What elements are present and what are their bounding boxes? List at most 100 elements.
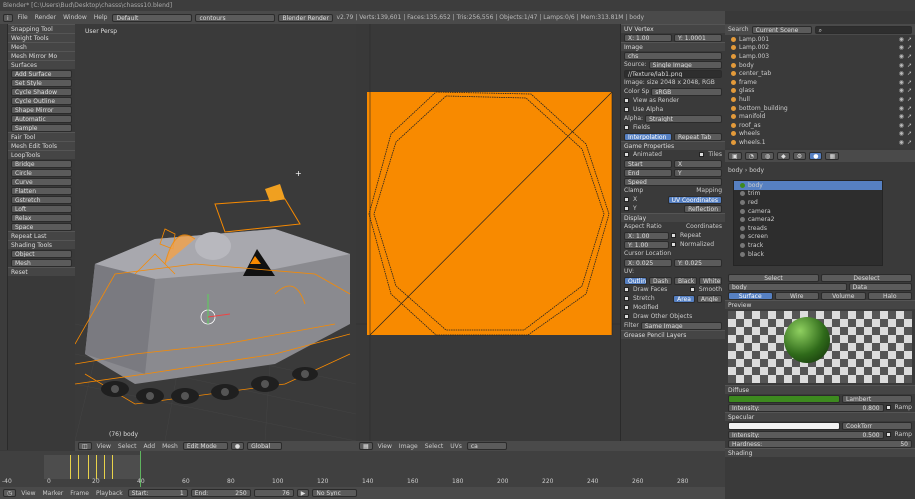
timeline-menu-frame[interactable]: Frame: [68, 490, 91, 497]
viewport-menu-view[interactable]: View: [95, 443, 113, 450]
select-arrow-icon[interactable]: ➚: [907, 130, 915, 137]
display-header[interactable]: Display: [621, 213, 725, 222]
object-tab-icon[interactable]: ◆: [777, 152, 790, 160]
fields-checkbox[interactable]: [624, 125, 629, 130]
filepath-field[interactable]: //Texture/lab1.png: [624, 69, 722, 78]
select-arrow-icon[interactable]: ➚: [907, 44, 915, 51]
clamp-y-checkbox[interactable]: [624, 206, 629, 211]
visibility-eye-icon[interactable]: ◉: [899, 70, 904, 77]
area-tab[interactable]: Area: [673, 294, 695, 303]
select-arrow-icon[interactable]: ➚: [907, 87, 915, 94]
shelf-section-header[interactable]: Shading Tools: [8, 240, 75, 249]
shelf-item-button[interactable]: Object: [11, 249, 72, 258]
animated-checkbox[interactable]: [624, 152, 629, 157]
image-menu-uvs[interactable]: UVs: [448, 443, 464, 450]
outliner-row[interactable]: Lamp.001 ◉ ➚: [725, 35, 915, 44]
shading-header[interactable]: Shading: [725, 448, 915, 457]
speed-field[interactable]: Speed: [624, 177, 722, 186]
shelf-item-button[interactable]: Mesh: [11, 258, 72, 267]
select-button[interactable]: Select: [728, 273, 819, 282]
shelf-section-header[interactable]: Mesh Mirror Mo: [8, 51, 75, 60]
select-arrow-icon[interactable]: ➚: [907, 79, 915, 86]
end-field[interactable]: End: [624, 168, 672, 177]
specular-ramp-checkbox[interactable]: [885, 432, 891, 437]
shelf-item-button[interactable]: Set Style: [11, 78, 72, 87]
viewport-menu-mesh[interactable]: Mesh: [160, 443, 180, 450]
shelf-item-button[interactable]: Shape Mirror: [11, 105, 72, 114]
tool-shelf-tabs[interactable]: [0, 24, 8, 450]
use-alpha-checkbox[interactable]: [624, 107, 629, 112]
material-slot-list[interactable]: body trim red camera camera2 treads screen trac…: [733, 180, 883, 266]
shelf-reset-header[interactable]: Reset: [8, 267, 75, 276]
tab-wire[interactable]: Wire: [774, 291, 819, 300]
play-button[interactable]: ▶: [296, 489, 310, 497]
shelf-item-button[interactable]: Add Surface: [11, 69, 72, 78]
modified-checkbox[interactable]: [624, 305, 629, 310]
outliner-row[interactable]: wheels.1 ◉ ➚: [725, 138, 915, 147]
material-name-field[interactable]: body: [728, 282, 847, 291]
shelf-section-header[interactable]: Mesh Edit Tools: [8, 141, 75, 150]
outliner-row[interactable]: center_tab ◉ ➚: [725, 69, 915, 78]
visibility-eye-icon[interactable]: ◉: [899, 53, 904, 60]
diffuse-header[interactable]: Diffuse: [725, 385, 915, 394]
game-props-header[interactable]: Game Properties: [621, 141, 725, 150]
visibility-eye-icon[interactable]: ◉: [899, 44, 904, 51]
view-as-render-checkbox[interactable]: [624, 98, 629, 103]
pivot-select[interactable]: Global: [247, 442, 283, 450]
menu-file[interactable]: File: [16, 14, 30, 21]
image-panel-header[interactable]: Image: [621, 42, 725, 51]
material-slot[interactable]: trim: [734, 190, 882, 199]
mode-select[interactable]: Edit Mode: [182, 442, 228, 450]
material-slot[interactable]: treads: [734, 224, 882, 233]
outliner-row[interactable]: wheels ◉ ➚: [725, 130, 915, 139]
outliner-row[interactable]: glass ◉ ➚: [725, 87, 915, 96]
filter-select[interactable]: Same Image: [640, 321, 722, 330]
shelf-item-button[interactable]: Curve: [11, 177, 72, 186]
aspect-y-field[interactable]: Y: 1.00: [624, 240, 669, 249]
uv-vertex-header[interactable]: UV Vertex: [621, 24, 725, 33]
editor-type-icon[interactable]: i: [3, 13, 13, 22]
timeline-menu-view[interactable]: View: [19, 490, 37, 497]
reflection-button[interactable]: Reflection: [684, 204, 722, 213]
select-arrow-icon[interactable]: ➚: [907, 36, 915, 43]
shelf-item-button[interactable]: Space: [11, 222, 72, 231]
outliner-row[interactable]: frame ◉ ➚: [725, 78, 915, 87]
select-arrow-icon[interactable]: ➚: [907, 70, 915, 77]
stretch-checkbox[interactable]: [624, 296, 629, 301]
3d-viewport[interactable]: User Persp + (76) body: [75, 24, 356, 441]
image-menu-select[interactable]: Select: [423, 443, 446, 450]
visibility-eye-icon[interactable]: ◉: [899, 79, 904, 86]
uv-dash-tab[interactable]: Dash: [649, 276, 672, 285]
visibility-eye-icon[interactable]: ◉: [899, 122, 904, 129]
shelf-section-header[interactable]: Surfaces: [8, 60, 75, 69]
image-menu-image[interactable]: Image: [397, 443, 420, 450]
uv-y-field[interactable]: Y: 1.0001: [674, 33, 722, 42]
visibility-eye-icon[interactable]: ◉: [899, 105, 904, 112]
viewport-editor-icon[interactable]: ◫: [78, 442, 92, 450]
timeline-menu-marker[interactable]: Marker: [41, 490, 66, 497]
grease-pencil-header[interactable]: Grease Pencil Layers: [621, 330, 725, 339]
visibility-eye-icon[interactable]: ◉: [899, 36, 904, 43]
specular-header[interactable]: Specular: [725, 412, 915, 421]
shelf-item-button[interactable]: Cycle Outline: [11, 96, 72, 105]
visibility-eye-icon[interactable]: ◉: [899, 130, 904, 137]
uv-outline-tab[interactable]: Outline: [624, 276, 647, 285]
select-arrow-icon[interactable]: ➚: [907, 53, 915, 60]
shelf-item-button[interactable]: Cycle Shadow: [11, 87, 72, 96]
shelf-section-header[interactable]: Repeat Last: [8, 231, 75, 240]
hardness-field[interactable]: Hardness: 50: [728, 439, 912, 448]
material-slot[interactable]: camera: [734, 207, 882, 216]
outliner-search-field[interactable]: ⌕: [814, 25, 912, 34]
uv-coords-button[interactable]: UV Coordinates: [667, 195, 722, 204]
draw-faces-checkbox[interactable]: [624, 287, 629, 292]
preview-header[interactable]: Preview: [725, 300, 915, 309]
menu-render[interactable]: Render: [33, 14, 58, 21]
scene-tab-icon[interactable]: ◔: [744, 152, 758, 160]
material-slot[interactable]: camera2: [734, 215, 882, 224]
image-editor-icon[interactable]: ▦: [359, 442, 373, 450]
alpha-select[interactable]: Straight: [645, 114, 722, 123]
shelf-item-button[interactable]: Loft: [11, 204, 72, 213]
end-frame-field[interactable]: End: 250: [190, 489, 251, 497]
scene-select[interactable]: contours: [195, 13, 276, 22]
outliner-row[interactable]: hull ◉ ➚: [725, 95, 915, 104]
